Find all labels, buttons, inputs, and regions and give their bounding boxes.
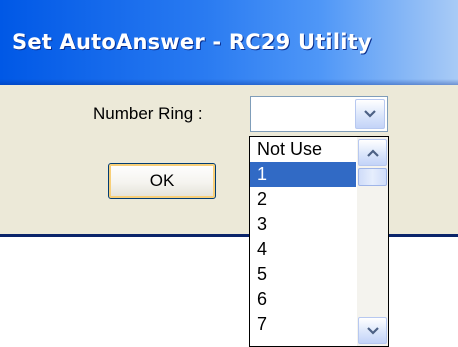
number-ring-dropdown-list[interactable]: Not Use 1 2 3 4 5 6 7 — [249, 136, 389, 347]
dropdown-scrollbar[interactable] — [357, 137, 388, 346]
scroll-thumb[interactable] — [358, 168, 387, 186]
chevron-down-icon — [366, 326, 379, 335]
chevron-down-icon — [364, 110, 376, 118]
chevron-up-icon — [366, 148, 379, 157]
list-item[interactable]: 3 — [250, 212, 356, 237]
scroll-up-button[interactable] — [358, 139, 387, 166]
number-ring-label: Number Ring : — [93, 104, 203, 123]
list-item[interactable]: 6 — [250, 287, 356, 312]
list-item[interactable]: 2 — [250, 187, 356, 212]
list-item-selected[interactable]: 1 — [250, 162, 356, 187]
title-bar[interactable]: Set AutoAnswer - RC29 Utility — [0, 0, 458, 85]
number-ring-combobox[interactable] — [250, 96, 388, 132]
screen: Set AutoAnswer - RC29 Utility Number Rin… — [0, 0, 458, 347]
list-item[interactable]: 7 — [250, 312, 356, 337]
ok-button-label: OK — [149, 171, 175, 190]
window-title: Set AutoAnswer - RC29 Utility — [12, 30, 372, 54]
list-item[interactable]: 5 — [250, 262, 356, 287]
scroll-down-button[interactable] — [358, 317, 387, 344]
ok-button[interactable]: OK — [108, 163, 216, 199]
dropdown-items: Not Use 1 2 3 4 5 6 7 — [250, 137, 356, 346]
list-item[interactable]: Not Use — [250, 137, 356, 162]
dialog-window: Set AutoAnswer - RC29 Utility — [0, 0, 458, 237]
combo-dropdown-button[interactable] — [355, 99, 385, 129]
list-item[interactable]: 4 — [250, 237, 356, 262]
